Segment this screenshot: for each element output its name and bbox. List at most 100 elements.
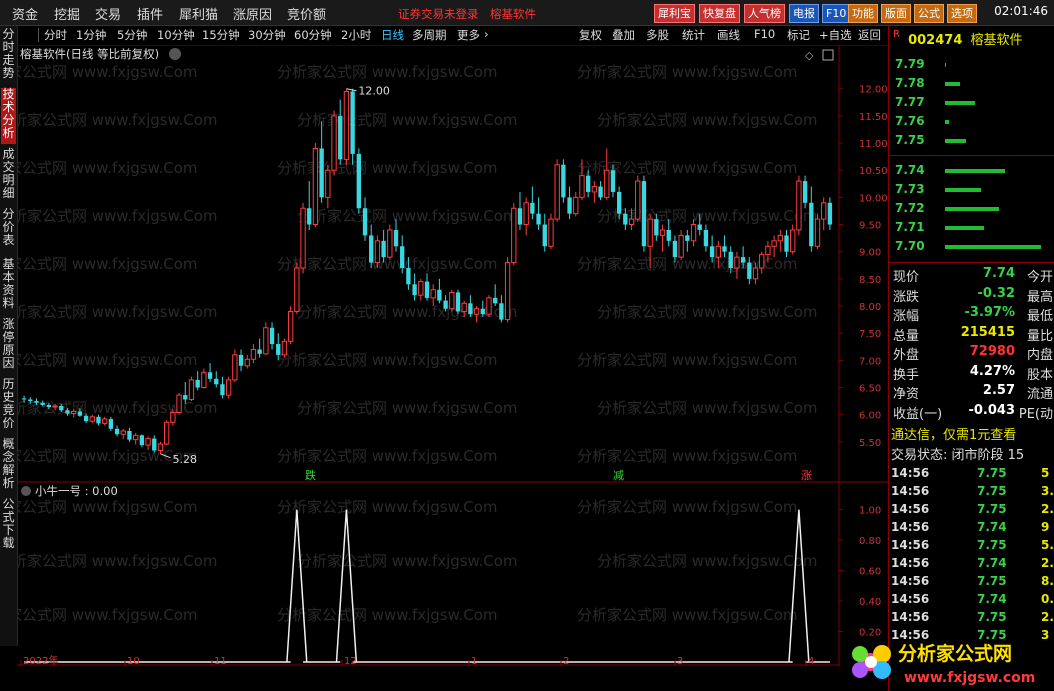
f10-top-button[interactable]: F10 [822, 4, 851, 23]
orderbook-buy-row[interactable]: 7.72 [893, 201, 1053, 219]
watermark-text: 分析家公式网 www.fxjgsw.Com [577, 447, 798, 465]
promo-text[interactable]: 通达信，仅需1元查看 [891, 424, 1016, 443]
tool-f10[interactable]: F10 [754, 27, 775, 41]
candle-body-down [567, 197, 572, 214]
function-button[interactable]: 功能 [848, 4, 878, 23]
candle-body-down [616, 191, 622, 214]
trade-login-notice[interactable]: 证券交易未登录 [398, 6, 479, 22]
quick-review-button[interactable]: 快复盘 [699, 4, 740, 23]
period-more[interactable]: 更多 [457, 27, 480, 43]
orderbook-sell-row[interactable]: 7.79 [893, 57, 1053, 75]
tick-time: 14:56 [891, 538, 930, 552]
candle-body-up [715, 245, 721, 258]
menu-mining[interactable]: 挖掘 [54, 4, 80, 23]
period-intraday[interactable]: 分时 [44, 27, 67, 43]
orderbook-volume-bar [945, 245, 1041, 249]
watermark-text: 分析家公式网 www.fxjgsw.Com [17, 447, 198, 465]
price-tick-label: 5.50 [859, 438, 881, 449]
menu-trade[interactable]: 交易 [95, 4, 121, 23]
period-10min[interactable]: 10分钟 [157, 27, 195, 43]
menu-limit-reason[interactable]: 涨原因 [233, 4, 272, 23]
orderbook-sell-row[interactable]: 7.76 [893, 114, 1053, 132]
orderbook-sell-row[interactable]: 7.75 [893, 133, 1053, 151]
tool-add-watchlist[interactable]: +自选 [819, 27, 852, 43]
tab-price-table[interactable]: 分价表 [1, 208, 16, 252]
candle-body-up [511, 207, 517, 264]
tool-multi-stock[interactable]: 多股 [646, 27, 669, 43]
candle-body-up [287, 310, 294, 342]
xilibao-button[interactable]: 犀利宝 [654, 4, 695, 23]
low-label: 5.28 [172, 453, 197, 466]
watermark-text: 分析家公式网 www.fxjgsw.Com [277, 351, 498, 369]
tab-intraday-trend[interactable]: 分时走势 [1, 28, 16, 84]
quote-value: -0.043 [968, 402, 1015, 418]
menu-funds[interactable]: 资金 [12, 4, 38, 23]
quote-label: 收益(一) [893, 406, 943, 422]
orderbook-buy-row[interactable]: 7.74 [893, 163, 1053, 181]
tick-time: 14:56 [891, 466, 930, 480]
watermark-text: 分析家公式网 www.fxjgsw.Com [17, 111, 218, 129]
watermark-text: 分析家公式网 www.fxjgsw.Com [597, 399, 818, 417]
formula-button[interactable]: 公式 [914, 4, 944, 23]
signal-marker: 减 [613, 469, 624, 482]
tool-mark[interactable]: 标记 [787, 27, 810, 43]
tab-technical-analysis[interactable]: 技术分析 [1, 88, 16, 144]
quote-row: 换手 4.27% 股本 [891, 364, 1053, 383]
quote-panel: R 002474 榕基软件 7.79 7.78 7.77 7.76 7.75 7.74 7… [888, 26, 1054, 691]
tab-trade-details[interactable]: 成交明细 [1, 148, 16, 204]
period-30min[interactable]: 30分钟 [248, 27, 286, 43]
tool-draw-line[interactable]: 画线 [717, 27, 740, 43]
telegraph-button[interactable]: 电报 [789, 4, 819, 23]
period-more-chevron-icon[interactable]: › [484, 27, 489, 41]
period-daily[interactable]: 日线 [381, 27, 404, 43]
period-1min[interactable]: 1分钟 [76, 27, 106, 43]
tool-overlay[interactable]: 叠加 [612, 27, 635, 43]
orderbook-buy-row[interactable]: 7.70 [893, 239, 1053, 257]
period-2hour[interactable]: 2小时 [341, 27, 371, 43]
tick-price: 7.74 [977, 556, 1007, 570]
kline-chart[interactable]: 分析家公式网 www.fxjgsw.Com 分析家公式网 www.fxjgsw.C… [17, 45, 888, 483]
orderbook-price: 7.71 [895, 220, 925, 234]
candle-body-down [96, 416, 101, 424]
candle-body-up [244, 358, 250, 367]
period-5min[interactable]: 5分钟 [117, 27, 147, 43]
tab-formula-download[interactable]: 公式下载 [1, 498, 16, 554]
layout-button[interactable]: 版面 [881, 4, 911, 23]
tab-history-auction[interactable]: 历史竞价 [1, 378, 16, 434]
orderbook-buy-row[interactable]: 7.71 [893, 220, 1053, 238]
indicator-chart[interactable]: 分析家公式网 www.fxjgsw.Com 分析家公式网 www.fxjgsw.C… [17, 484, 888, 666]
period-multi[interactable]: 多周期 [412, 27, 447, 43]
menu-auction-amount[interactable]: 竞价额 [287, 4, 326, 23]
menu-plugins[interactable]: 插件 [137, 4, 163, 23]
candle-body-up [678, 234, 684, 258]
candle-body-down [610, 170, 616, 192]
candle-body-up [647, 218, 653, 247]
quote-label-secondary: 最高 [1026, 289, 1053, 305]
orderbook-sell-row[interactable]: 7.77 [893, 95, 1053, 113]
orderbook-sell-row[interactable]: 7.78 [893, 76, 1053, 94]
tab-concept-analysis[interactable]: 概念解析 [1, 438, 16, 494]
r-flag-icon: R [893, 29, 900, 40]
tool-adjust[interactable]: 复权 [579, 27, 602, 43]
options-button[interactable]: 选项 [947, 4, 977, 23]
tick-price: 7.75 [977, 502, 1007, 516]
quote-row: 收益(一) -0.043 PE(动 [891, 403, 1053, 422]
watermark-text: 分析家公式网 www.fxjgsw.Com [277, 255, 498, 273]
menu-xilimao[interactable]: 犀利猫 [179, 4, 218, 23]
orderbook-buy-row[interactable]: 7.73 [893, 182, 1053, 200]
orderbook-price: 7.72 [895, 201, 925, 215]
quote-label-secondary: 股本 [1026, 367, 1053, 383]
period-15min[interactable]: 15分钟 [202, 27, 240, 43]
tick-volume: 3. [1041, 484, 1054, 498]
tool-statistics[interactable]: 统计 [682, 27, 705, 43]
window-icon [822, 49, 834, 61]
popularity-button[interactable]: 人气榜 [744, 4, 785, 23]
orderbook-price: 7.73 [895, 182, 925, 196]
quote-label: 净资 [893, 387, 920, 402]
tool-back[interactable]: 返回 [858, 27, 881, 43]
period-60min[interactable]: 60分钟 [294, 27, 332, 43]
tab-limit-reason[interactable]: 涨停原因 [1, 318, 16, 374]
tab-basic-info[interactable]: 基本资料 [1, 258, 16, 314]
top-menu-bar: 资金 挖掘 交易 插件 犀利猫 涨原因 竞价额 证券交易未登录 榕基软件 犀利宝… [0, 0, 1054, 26]
candle-body-down [709, 246, 715, 258]
